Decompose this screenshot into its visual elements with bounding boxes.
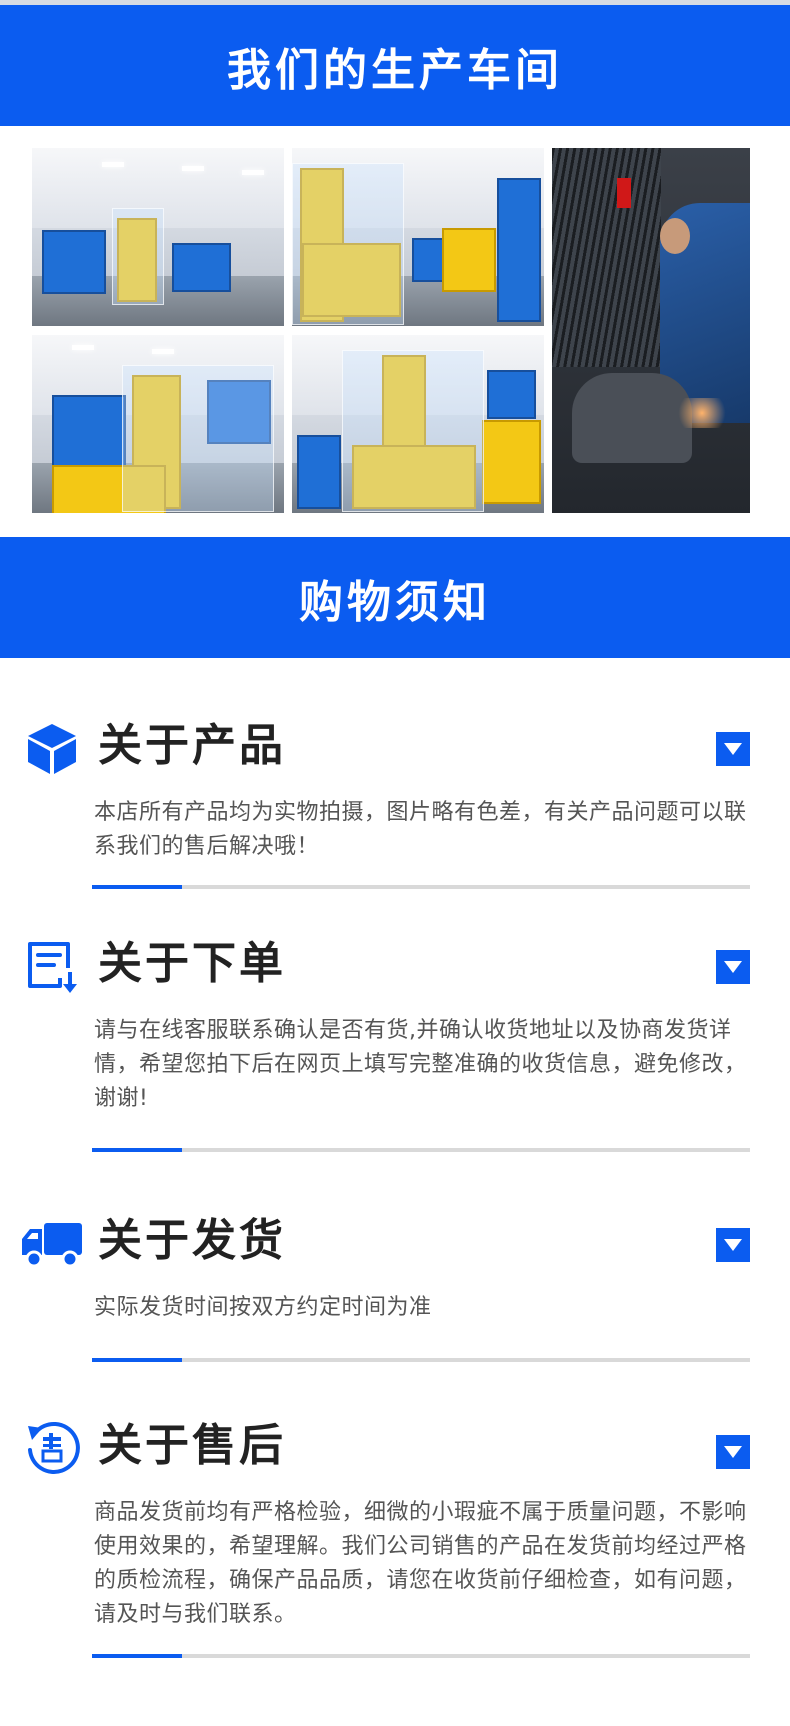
section-divider: [92, 1654, 750, 1658]
section-title: 关于发货: [98, 1215, 286, 1266]
section-text: 本店所有产品均为实物拍摄，图片略有色差，有关产品问题可以联系我们的售后解决哦！: [94, 800, 747, 859]
section-divider: [92, 1358, 750, 1362]
truck-icon: [20, 1215, 84, 1271]
cube-icon: [24, 720, 80, 776]
chevron-down-icon: [724, 1239, 742, 1251]
notice-title: 购物须知: [299, 576, 491, 628]
chevron-down-icon: [724, 1446, 742, 1458]
workshop-photo-3: [32, 335, 284, 513]
workshop-photo-1: [32, 148, 284, 326]
section-divider: [92, 885, 750, 889]
chevron-down-icon: [724, 743, 742, 755]
after-sale-icon: [24, 1420, 80, 1476]
workshop-photo-worker: [552, 148, 750, 513]
expand-toggle[interactable]: [716, 1228, 750, 1262]
expand-toggle[interactable]: [716, 732, 750, 766]
notice-banner: 购物须知: [0, 537, 790, 658]
section-title: 关于产品: [98, 720, 286, 771]
expand-toggle[interactable]: [716, 950, 750, 984]
workshop-banner: 我们的生产车间: [0, 5, 790, 126]
section-title: 关于售后: [98, 1420, 286, 1471]
section-text: 商品发货前均有严格检验，细微的小瑕疵不属于质量问题，不影响使用效果的，希望理解。…: [94, 1500, 747, 1627]
section-text: 实际发货时间按双方约定时间为准: [94, 1295, 432, 1320]
order-list-icon: [24, 938, 80, 994]
section-text: 请与在线客服联系确认是否有货,并确认收货地址以及协商发货详情，希望您拍下后在网页…: [94, 1018, 747, 1111]
workshop-photo-2: [292, 148, 544, 326]
workshop-photo-4: [292, 335, 544, 513]
chevron-down-icon: [724, 961, 742, 973]
section-divider: [92, 1148, 750, 1152]
expand-toggle[interactable]: [716, 1435, 750, 1469]
section-title: 关于下单: [98, 938, 286, 989]
workshop-title: 我们的生产车间: [227, 44, 563, 96]
